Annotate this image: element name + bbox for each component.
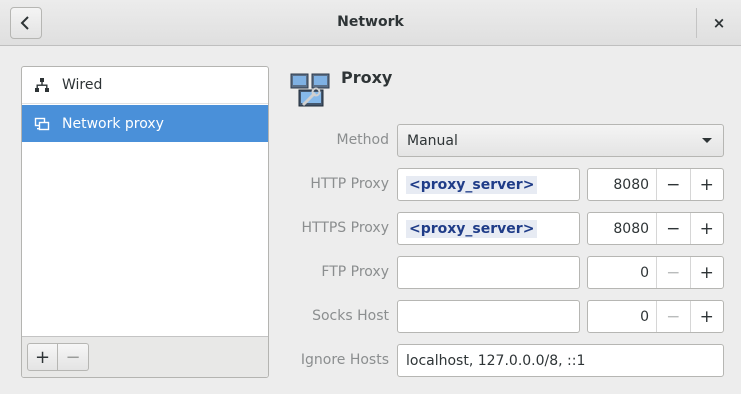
header-bar: Network × — [0, 0, 741, 46]
ftp-proxy-port-value[interactable]: 0 — [588, 257, 656, 288]
socks-port-decrement-button[interactable]: − — [656, 301, 689, 332]
proxy-settings-icon — [289, 70, 333, 114]
sidebar: Wired Network proxy + − — [21, 66, 269, 378]
http-proxy-host-input[interactable]: <proxy_server> — [397, 168, 580, 201]
socks-host-input[interactable] — [397, 300, 580, 333]
sidebar-item-wired[interactable]: Wired — [22, 67, 268, 104]
http-proxy-label: HTTP Proxy — [310, 176, 389, 192]
http-proxy-host-value: <proxy_server> — [406, 175, 538, 194]
https-proxy-host-value: <proxy_server> — [406, 219, 538, 238]
ftp-proxy-label: FTP Proxy — [321, 264, 389, 280]
https-port-increment-button[interactable]: + — [689, 213, 723, 244]
socks-port-spinner: 0 − + — [587, 300, 724, 333]
https-proxy-label: HTTPS Proxy — [301, 220, 389, 236]
https-proxy-port-value[interactable]: 8080 — [588, 213, 656, 244]
ftp-port-decrement-button[interactable]: − — [656, 257, 689, 288]
close-button[interactable]: × — [706, 10, 732, 36]
socks-port-value[interactable]: 0 — [588, 301, 656, 332]
https-port-decrement-button[interactable]: − — [656, 213, 689, 244]
http-proxy-port-spinner: 8080 − + — [587, 168, 724, 201]
ftp-proxy-host-input[interactable] — [397, 256, 580, 289]
https-proxy-host-input[interactable]: <proxy_server> — [397, 212, 580, 245]
dropdown-arrow-icon — [702, 138, 712, 143]
sidebar-item-label: Wired — [62, 77, 103, 93]
wired-network-icon — [22, 77, 62, 93]
window-title: Network — [337, 14, 404, 30]
method-label: Method — [336, 132, 389, 148]
panel-title: Proxy — [341, 68, 393, 87]
method-value: Manual — [407, 132, 458, 149]
socks-host-label: Socks Host — [312, 308, 389, 324]
https-proxy-port-spinner: 8080 − + — [587, 212, 724, 245]
sidebar-item-label: Network proxy — [62, 115, 164, 132]
http-port-increment-button[interactable]: + — [689, 169, 723, 200]
ftp-proxy-port-spinner: 0 − + — [587, 256, 724, 289]
http-port-decrement-button[interactable]: − — [656, 169, 689, 200]
remove-connection-button[interactable]: − — [58, 343, 89, 371]
network-proxy-icon — [22, 116, 62, 132]
http-proxy-port-value[interactable]: 8080 — [588, 169, 656, 200]
ftp-port-increment-button[interactable]: + — [689, 257, 723, 288]
header-separator — [696, 8, 697, 38]
ignore-hosts-input[interactable]: localhost, 127.0.0.0/8, ::1 — [397, 344, 724, 377]
sidebar-toolbar: + − — [22, 336, 268, 377]
ignore-hosts-label: Ignore Hosts — [300, 352, 389, 368]
sidebar-item-network-proxy[interactable]: Network proxy — [22, 105, 268, 142]
socks-port-increment-button[interactable]: + — [689, 301, 723, 332]
method-dropdown[interactable]: Manual — [397, 124, 724, 157]
add-connection-button[interactable]: + — [27, 343, 58, 371]
